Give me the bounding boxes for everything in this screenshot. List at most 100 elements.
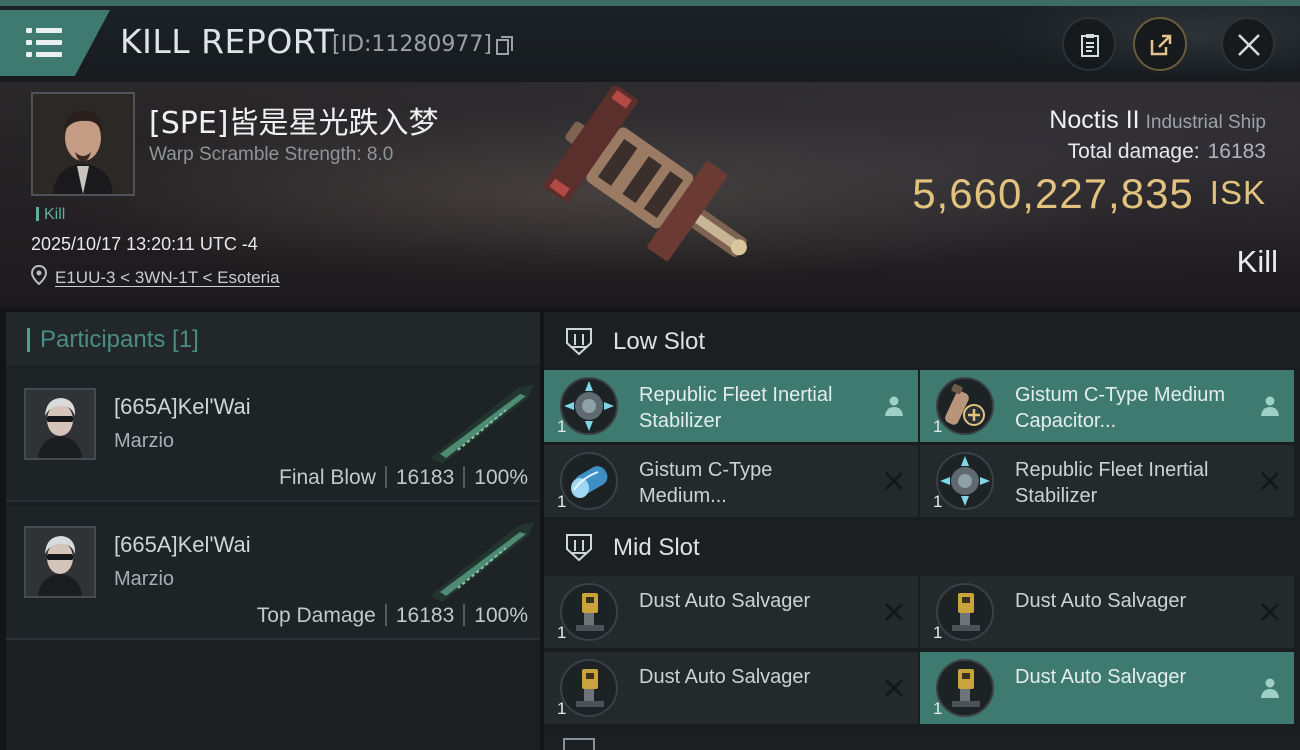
victim-portrait[interactable] [31, 92, 135, 196]
victim-avatar [33, 94, 133, 194]
module-quantity: 1 [933, 623, 943, 642]
participant-damage: 16183 [395, 604, 455, 627]
page-title: KILL REPORT [120, 22, 335, 61]
participant-avatar [24, 526, 96, 598]
person-icon [885, 396, 903, 416]
next-slot-header-partial [544, 736, 1300, 750]
close-button[interactable] [1221, 17, 1275, 71]
victim-ship-render [543, 86, 747, 261]
module-slot[interactable]: 1 Gistum C-Type Medium... [544, 445, 918, 517]
total-damage-label: Total damage: [1067, 140, 1200, 163]
module-quantity: 1 [557, 699, 567, 718]
ship-name: Noctis II [1049, 106, 1140, 134]
participant-percent: 100% [474, 604, 528, 627]
participant-stats: Top Damage 16183 100% [257, 604, 528, 628]
hamburger-menu-icon[interactable] [0, 10, 110, 76]
module-slot[interactable]: 1 Republic Fleet Inertial Stabilizer [920, 445, 1294, 517]
share-button[interactable] [1133, 17, 1187, 71]
auto-salvager-icon [936, 583, 994, 641]
module-name: Gistum C-Type Medium Capacitor... [1015, 384, 1226, 432]
report-id: [ID:11280977] [332, 32, 492, 57]
mid-slot-icon [566, 534, 592, 562]
warp-scramble-strength: Warp Scramble Strength: 8.0 [149, 144, 394, 165]
participant-ship-icon [430, 384, 534, 464]
capacitor-power-relay-icon [560, 452, 618, 510]
kill-location-link[interactable]: E1UU-3 < 3WN-1T < Esoteria [55, 268, 280, 288]
module-slot[interactable]: 1 Dust Auto Salvager [544, 652, 918, 724]
victim-pilot-name[interactable]: [SPE]皆是星光跌入梦 [149, 98, 439, 142]
participant-avatar [24, 388, 96, 460]
module-name: Dust Auto Salvager [1015, 590, 1187, 612]
kill-tag: Kill [36, 206, 65, 224]
participant-role: Final Blow [279, 466, 376, 489]
isk-unit: ISK [1209, 174, 1266, 211]
victim-summary: [SPE]皆是星光跌入梦 Warp Scramble Strength: 8.0… [0, 82, 1300, 308]
module-slot[interactable]: 1 Republic Fleet Inertial Stabilizer [544, 370, 918, 442]
module-quantity: 1 [933, 417, 943, 436]
isk-amount: 5,660,227,835 [912, 170, 1194, 217]
clipboard-icon [1081, 34, 1099, 57]
low-slot-title: Low Slot [613, 328, 706, 355]
person-icon [1261, 396, 1279, 416]
module-slot[interactable]: 1 Gistum C-Type Medium Capacitor... [920, 370, 1294, 442]
share-icon [1150, 34, 1172, 56]
fitting-panel: Low Slot 1 Republic Fleet Inertial Stabi… [544, 312, 1300, 750]
destroyed-x-icon [1260, 471, 1280, 491]
participant-name: [665A]Kel'Wai [114, 532, 251, 557]
auto-salvager-icon [936, 659, 994, 717]
copy-icon[interactable] [496, 36, 514, 56]
total-damage: Total damage: 16183 [1068, 140, 1266, 164]
module-name: Dust Auto Salvager [1015, 666, 1187, 688]
auto-salvager-icon [560, 583, 618, 641]
module-slot[interactable]: 1 Dust Auto Salvager [920, 576, 1294, 648]
participant-ship-icon [430, 522, 534, 602]
participant-row[interactable]: [665A]Kel'Wai Marzio Top Damage 16183 100% [6, 506, 540, 640]
module-quantity: 1 [557, 417, 567, 436]
destroyed-x-icon [884, 471, 904, 491]
module-quantity: 1 [933, 492, 943, 511]
low-slot-icon [566, 328, 592, 356]
module-name: Dust Auto Salvager [639, 666, 811, 688]
inertial-stabilizer-icon [936, 452, 994, 510]
kill-result: Kill [1236, 244, 1278, 279]
participant-name: [665A]Kel'Wai [114, 394, 251, 419]
low-slot-header: Low Slot [544, 314, 1300, 368]
kill-datetime: 2025/10/17 13:20:11 UTC -4 [31, 234, 258, 254]
close-icon [1238, 34, 1260, 56]
destroyed-x-icon [884, 678, 904, 698]
title-bar: KILL REPORT [ID:11280977] [0, 0, 1300, 82]
total-damage-value: 16183 [1207, 140, 1266, 163]
module-slot[interactable]: 1 Dust Auto Salvager [544, 576, 918, 648]
participant-role: Top Damage [256, 604, 376, 627]
module-name: Republic Fleet Inertial Stabilizer [1015, 459, 1209, 507]
participant-row[interactable]: [665A]Kel'Wai Marzio Final Blow 16183 100% [6, 368, 540, 502]
mid-slot-header: Mid Slot [544, 520, 1300, 574]
participant-percent: 100% [474, 466, 528, 489]
participant-stats: Final Blow 16183 100% [279, 466, 528, 490]
module-quantity: 1 [557, 623, 567, 642]
participant-damage: 16183 [395, 466, 455, 489]
capacitor-battery-icon [936, 377, 994, 435]
module-name: Republic Fleet Inertial Stabilizer [639, 384, 833, 432]
victim-ship[interactable]: Noctis II Industrial Ship [1049, 106, 1266, 135]
auto-salvager-icon [560, 659, 618, 717]
module-slot[interactable]: 1 Dust Auto Salvager [920, 652, 1294, 724]
module-quantity: 1 [557, 492, 567, 511]
ship-class: Industrial Ship [1145, 112, 1266, 133]
module-name: Gistum C-Type Medium... [639, 459, 773, 507]
location-pin-icon [31, 265, 47, 285]
destroyed-x-icon [884, 602, 904, 622]
inertial-stabilizer-icon [560, 377, 618, 435]
person-icon [1261, 678, 1279, 698]
mid-slot-title: Mid Slot [613, 534, 700, 561]
participant-corp: Marzio [114, 430, 175, 452]
module-quantity: 1 [933, 699, 943, 718]
participant-corp: Marzio [114, 568, 175, 590]
participants-title: Participants [1] [40, 326, 199, 353]
clipboard-button[interactable] [1062, 17, 1116, 71]
module-name: Dust Auto Salvager [639, 590, 811, 612]
participants-header: Participants [1] [6, 312, 540, 366]
destroyed-x-icon [1260, 602, 1280, 622]
isk-value: 5,660,227,835 ISK [912, 170, 1266, 218]
participants-panel: Participants [1] [665A]Kel'Wai Marzio Fi… [6, 312, 540, 750]
